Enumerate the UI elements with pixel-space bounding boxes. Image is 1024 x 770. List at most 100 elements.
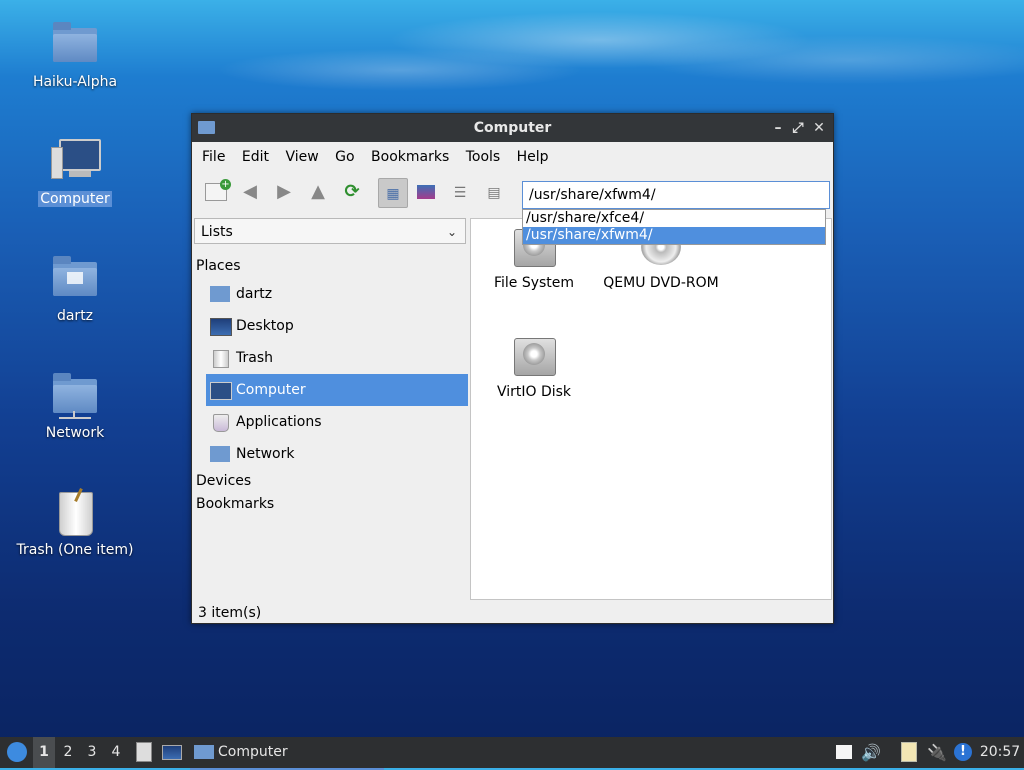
desktop-icon-label: dartz — [56, 308, 94, 324]
arrow-up-icon: ▲ — [311, 181, 325, 202]
sidebar-item-label: Desktop — [236, 318, 294, 334]
reload-icon: ⟳ — [344, 181, 360, 202]
sidebar-item-label: Network — [236, 446, 295, 462]
chevron-down-icon: ⌄ — [446, 225, 457, 239]
thumbnail-view-button[interactable] — [412, 178, 440, 206]
alert-icon: ! — [954, 743, 972, 761]
file-item-label: VirtIO Disk — [496, 384, 572, 400]
bookmarks-header[interactable]: Bookmarks — [196, 496, 274, 512]
icon-view-button[interactable]: ▦ — [378, 178, 408, 208]
file-item[interactable]: VirtIO Disk — [469, 334, 599, 400]
sidebar-item-label: Trash — [236, 350, 273, 366]
network-folder-icon — [51, 371, 99, 419]
network-tray[interactable]: 🔌 — [926, 737, 948, 768]
desktop-icon-label: Computer — [38, 191, 112, 207]
maximize-button[interactable]: ⤢ — [788, 114, 808, 142]
menu-file[interactable]: File — [202, 149, 225, 165]
minimize-button[interactable]: – — [768, 114, 788, 142]
desktop-icon-computer[interactable]: Computer — [10, 137, 140, 207]
forward-button[interactable]: ▶ — [270, 178, 298, 206]
menu-view[interactable]: View — [285, 149, 318, 165]
compact-view-button[interactable]: ☰ — [446, 178, 474, 206]
workspace-4[interactable]: 4 — [105, 737, 127, 768]
detailed-view-icon: ▤ — [487, 185, 501, 201]
trash-icon — [51, 488, 99, 536]
updates-tray[interactable]: ! — [952, 737, 974, 768]
devices-header[interactable]: Devices — [196, 473, 251, 489]
detailed-view-button[interactable]: ▤ — [480, 178, 508, 206]
sidebar-item-trash[interactable]: Trash — [206, 342, 468, 374]
new-tab-icon: + — [205, 179, 231, 201]
computer-icon — [210, 382, 232, 400]
taskbar: 1 2 3 4 Computer 🔊 🔌 ! 20:57 — [0, 737, 1024, 770]
close-button[interactable]: ✕ — [809, 114, 829, 142]
desktop-icon-label: Trash (One item) — [16, 542, 134, 558]
volume-control[interactable]: 🔊 — [860, 737, 882, 768]
workspace-3[interactable]: 3 — [81, 737, 103, 768]
tray-notes[interactable] — [834, 737, 854, 768]
sidebar-item-label: Computer — [236, 382, 306, 398]
file-manager-icon — [136, 742, 152, 762]
sidebar-view-select[interactable]: Lists ⌄ — [194, 218, 466, 244]
sidebar-item-desktop[interactable]: Desktop — [206, 310, 468, 342]
folder-icon — [198, 121, 215, 134]
desktop-icon — [210, 318, 232, 336]
sidebar-item-dartz[interactable]: dartz — [206, 278, 468, 310]
clipboard-tray[interactable] — [898, 737, 920, 768]
network-folder-icon — [210, 446, 230, 462]
notepad-icon — [836, 745, 852, 759]
desktop-icon-trash[interactable]: Trash (One item) — [10, 488, 140, 558]
app-menu-icon — [7, 742, 27, 762]
show-desktop-button[interactable] — [160, 737, 184, 768]
file-view: File System QEMU DVD-ROM VirtIO Disk — [470, 218, 832, 600]
folder-icon — [194, 745, 214, 759]
back-button[interactable]: ◀ — [236, 178, 264, 206]
network-plug-icon: 🔌 — [927, 743, 947, 762]
autocomplete-item[interactable]: /usr/share/xfce4/ — [523, 210, 825, 227]
arrow-right-icon: ▶ — [277, 181, 291, 202]
workspace-1[interactable]: 1 — [33, 737, 55, 768]
clock[interactable]: 20:57 — [978, 737, 1022, 768]
menu-bookmarks[interactable]: Bookmarks — [371, 149, 449, 165]
computer-icon — [51, 137, 101, 185]
folder-icon — [51, 20, 99, 68]
new-tab-button[interactable]: + — [202, 178, 231, 206]
workspace-2[interactable]: 2 — [57, 737, 79, 768]
menu-go[interactable]: Go — [335, 149, 354, 165]
file-manager-window: Computer – ⤢ ✕ File Edit View Go Bookmar… — [191, 113, 834, 624]
home-folder-icon — [51, 254, 99, 302]
taskbar-window-label: Computer — [218, 744, 288, 760]
trash-icon — [213, 350, 229, 368]
sidebar: Lists ⌄ Places dartz Desktop Trash Compu… — [194, 218, 468, 598]
menu-help[interactable]: Help — [517, 149, 549, 165]
file-manager-launcher[interactable] — [134, 737, 154, 768]
desktop-icon-label: Network — [45, 425, 105, 441]
places-header[interactable]: Places — [196, 258, 241, 274]
home-folder-icon — [210, 286, 230, 302]
arrow-left-icon: ◀ — [243, 181, 257, 202]
start-menu-button[interactable] — [4, 737, 30, 768]
sidebar-item-network[interactable]: Network — [206, 438, 468, 470]
clipboard-icon — [901, 742, 917, 762]
window-titlebar[interactable]: Computer – ⤢ ✕ — [192, 114, 833, 142]
reload-button[interactable]: ⟳ — [338, 178, 366, 206]
sidebar-item-applications[interactable]: Applications — [206, 406, 468, 438]
applications-icon — [213, 414, 229, 432]
menu-tools[interactable]: Tools — [466, 149, 501, 165]
location-autocomplete: /usr/share/xfce4/ /usr/share/xfwm4/ — [522, 209, 826, 245]
sidebar-item-computer[interactable]: Computer — [206, 374, 468, 406]
taskbar-window-computer[interactable]: Computer — [190, 737, 384, 770]
harddisk-icon — [512, 334, 556, 378]
window-title: Computer — [473, 120, 552, 136]
desktop-icon-label: Haiku-Alpha — [32, 74, 118, 90]
up-button[interactable]: ▲ — [304, 178, 332, 206]
location-input[interactable]: /usr/share/xfwm4/ — [522, 181, 830, 209]
sidebar-view-select-value: Lists — [201, 224, 233, 240]
icon-view-icon: ▦ — [386, 186, 400, 202]
desktop-icon-network[interactable]: Network — [10, 371, 140, 441]
desktop-icon-dartz[interactable]: dartz — [10, 254, 140, 324]
sidebar-item-label: Applications — [236, 414, 322, 430]
menu-edit[interactable]: Edit — [242, 149, 269, 165]
desktop-icon-haiku-alpha[interactable]: Haiku-Alpha — [10, 20, 140, 90]
autocomplete-item-selected[interactable]: /usr/share/xfwm4/ — [523, 227, 825, 244]
